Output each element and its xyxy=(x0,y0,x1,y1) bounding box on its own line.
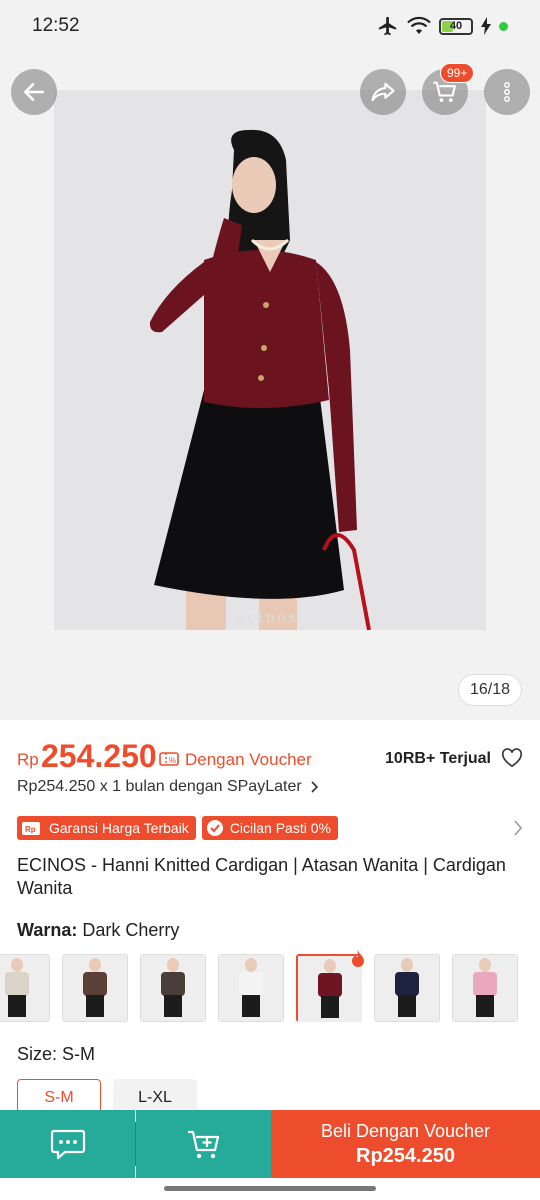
status-bar: 12:52 40 xyxy=(0,0,540,52)
status-icons: 40 xyxy=(377,15,508,37)
variant-thumbnails xyxy=(0,950,518,1022)
variant-thumbnail[interactable] xyxy=(218,954,284,1022)
guarantee-badges[interactable]: Rp Garansi Harga Terbaik Cicilan Pasti 0… xyxy=(17,816,523,840)
heart-icon[interactable] xyxy=(501,748,523,768)
model-illustration: ecinos xyxy=(54,90,486,630)
sold-count: 10RB+ Terjual xyxy=(385,750,491,767)
size-label: Size: xyxy=(17,1044,58,1064)
variant-thumbnail[interactable] xyxy=(0,954,50,1022)
variant-thumbnail-image xyxy=(453,955,517,1021)
status-time: 12:52 xyxy=(32,15,80,36)
price-tag-icon: Rp xyxy=(22,822,40,835)
size-value: S-M xyxy=(62,1044,96,1064)
wifi-icon xyxy=(407,16,431,34)
more-vertical-icon xyxy=(504,82,510,102)
svg-text:%: % xyxy=(169,756,176,765)
voucher-label[interactable]: Dengan Voucher xyxy=(185,750,312,770)
product-price: 254.250 xyxy=(41,738,157,774)
check-badge-icon xyxy=(206,820,223,836)
privacy-dot xyxy=(499,21,508,31)
home-gesture-bar[interactable] xyxy=(164,1186,376,1191)
paylater-row[interactable]: Rp254.250 x 1 bulan dengan SPayLater xyxy=(17,778,318,796)
variant-thumbnail-image xyxy=(63,955,127,1021)
chevron-right-icon[interactable] xyxy=(513,820,523,836)
share-button[interactable] xyxy=(360,69,406,115)
variant-thumbnail-image xyxy=(0,955,49,1021)
variant-thumbnail[interactable] xyxy=(374,954,440,1022)
buy-with-voucher-button[interactable]: Beli Dengan Voucher Rp254.250 xyxy=(271,1110,540,1178)
battery-icon: 40 xyxy=(439,17,473,35)
airplane-icon xyxy=(378,16,397,36)
variant-label: Warna: xyxy=(17,920,78,940)
badge-price-guarantee-label: Garansi Harga Terbaik xyxy=(49,820,189,836)
back-button[interactable] xyxy=(11,69,57,115)
paylater-text: Rp254.250 x 1 bulan dengan SPayLater xyxy=(17,778,302,795)
product-gallery[interactable]: ecinos 99+ 16/18 xyxy=(0,52,540,720)
brand-watermark: ecinos xyxy=(236,610,299,626)
variant-thumbnail[interactable] xyxy=(62,954,128,1022)
flame-icon xyxy=(352,950,364,967)
badge-installment: Cicilan Pasti 0% xyxy=(201,816,338,840)
buy-button-label: Beli Dengan Voucher xyxy=(320,1120,491,1141)
chat-icon xyxy=(50,1129,85,1160)
product-title: ECINOS - Hanni Knitted Cardigan | Atasan… xyxy=(17,855,506,898)
product-photo[interactable]: ecinos xyxy=(54,90,486,630)
variant-label-row: Warna: Dark Cherry xyxy=(17,920,179,941)
charging-icon xyxy=(481,17,491,35)
more-options-button[interactable] xyxy=(484,69,530,115)
gallery-page-counter: 16/18 xyxy=(457,674,522,706)
variant-thumbnail-image xyxy=(141,955,205,1021)
size-label-row: Size: S-M xyxy=(17,1044,95,1065)
cart-button[interactable]: 99+ xyxy=(422,63,475,115)
price-row: Rp 254.250 % Dengan Voucher 10RB+ Terjua… xyxy=(17,738,523,774)
bottom-action-bar: Beli Dengan Voucher Rp254.250 xyxy=(0,1110,540,1178)
buy-button-price: Rp254.250 xyxy=(356,1144,455,1167)
chevron-right-icon xyxy=(311,781,318,793)
svg-text:Rp: Rp xyxy=(25,825,36,834)
add-cart-icon xyxy=(187,1130,219,1159)
add-to-cart-button[interactable] xyxy=(136,1110,271,1178)
cart-count-badge: 99+ xyxy=(440,63,475,83)
variant-thumbnail[interactable] xyxy=(140,954,206,1022)
variant-thumbnail-image xyxy=(375,955,439,1021)
badge-price-guarantee: Rp Garansi Harga Terbaik xyxy=(17,816,196,840)
badge-installment-label: Cicilan Pasti 0% xyxy=(229,820,331,836)
home-indicator xyxy=(0,1178,540,1200)
variant-thumbnail[interactable] xyxy=(296,950,364,1022)
price-currency: Rp xyxy=(17,750,39,769)
voucher-icon[interactable]: % xyxy=(159,750,179,768)
arrow-left-icon xyxy=(24,83,44,101)
variant-value: Dark Cherry xyxy=(82,920,180,940)
variant-thumbnail-image xyxy=(219,955,283,1021)
share-icon xyxy=(371,82,395,102)
battery-level: 40 xyxy=(449,20,463,32)
chat-button[interactable] xyxy=(0,1110,135,1178)
variant-thumbnail[interactable] xyxy=(452,954,518,1022)
